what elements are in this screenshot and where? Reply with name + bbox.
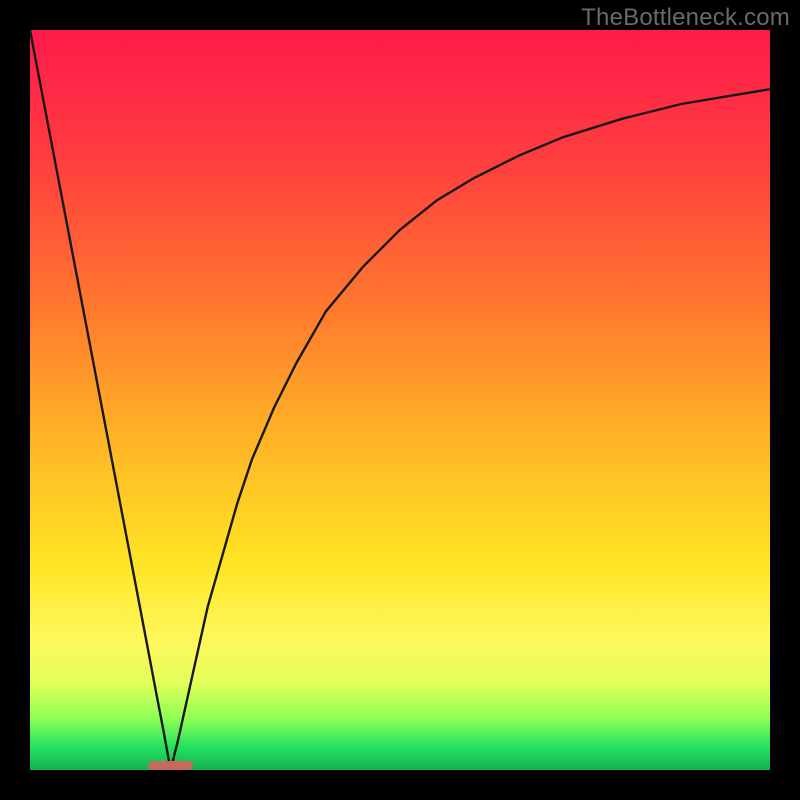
curve-left-branch <box>30 30 171 770</box>
curve-right-branch <box>171 89 770 770</box>
curve-layer <box>30 30 770 770</box>
plot-area <box>30 30 770 770</box>
baseline-marker <box>148 761 192 770</box>
watermark-text: TheBottleneck.com <box>581 4 790 32</box>
chart-frame: TheBottleneck.com <box>0 0 800 800</box>
